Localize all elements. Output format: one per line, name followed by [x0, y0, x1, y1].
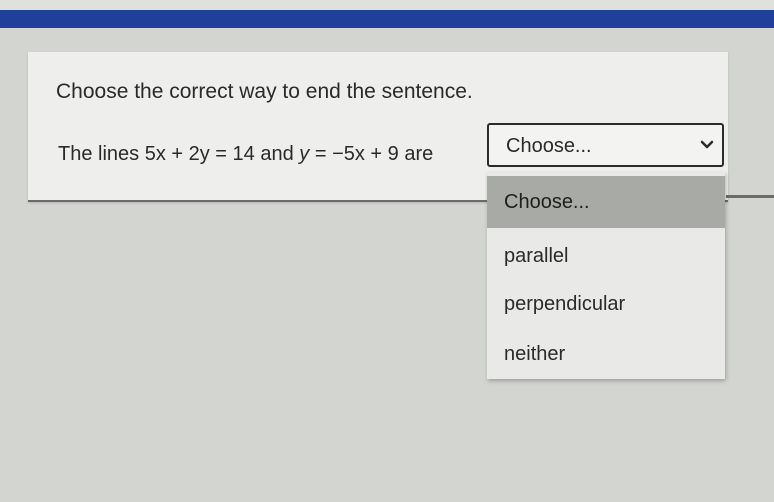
question-sentence: The lines 5x + 2y = 14 and y = −5x + 9 a…: [58, 143, 433, 166]
select-value: Choose...: [506, 135, 592, 157]
sentence-suffix: = −5x + 9 are: [309, 143, 434, 165]
answer-select[interactable]: Choose...: [487, 123, 724, 167]
option-perpendicular[interactable]: perpendicular: [487, 278, 725, 330]
option-label: Choose...: [504, 191, 590, 213]
option-label: neither: [504, 343, 566, 365]
question-instruction: Choose the correct way to end the senten…: [56, 80, 473, 103]
option-label: parallel: [504, 245, 569, 267]
top-strip: [0, 0, 774, 10]
header-bar: [0, 10, 774, 28]
chevron-down-icon: [700, 140, 714, 149]
option-parallel[interactable]: parallel: [487, 230, 725, 282]
option-label: perpendicular: [504, 293, 626, 315]
dropdown-menu: Choose... parallel perpendicular neither: [487, 172, 725, 379]
sentence-prefix: The lines 5x + 2y = 14 and: [58, 143, 300, 165]
sentence-variable: y: [299, 143, 310, 165]
option-choose[interactable]: Choose...: [487, 176, 725, 228]
option-neither[interactable]: neither: [487, 328, 725, 380]
panel-divider: [726, 195, 774, 198]
